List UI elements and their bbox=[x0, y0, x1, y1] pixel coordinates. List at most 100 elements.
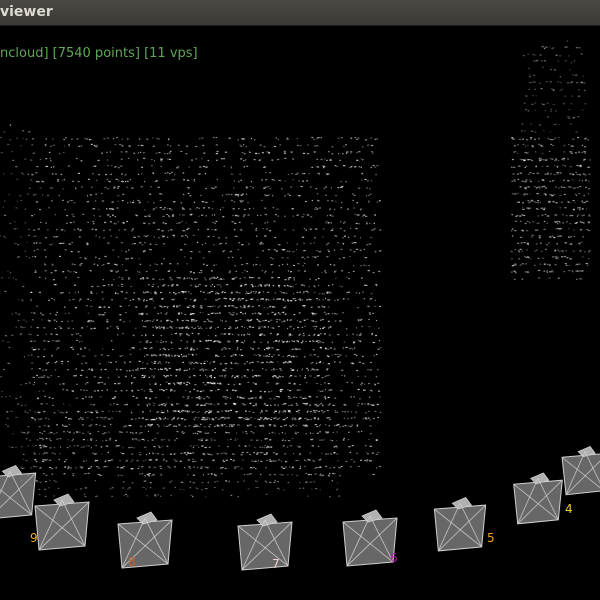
cloud-point bbox=[360, 459, 363, 461]
cloud-point bbox=[104, 461, 106, 463]
cloud-point bbox=[79, 335, 82, 337]
cloud-point bbox=[95, 256, 97, 258]
cloud-point bbox=[192, 432, 195, 435]
cloud-point bbox=[250, 424, 252, 426]
cloud-point bbox=[70, 251, 73, 253]
cloud-point bbox=[277, 487, 280, 489]
cloud-point bbox=[537, 202, 540, 204]
viewpoint-camera[interactable] bbox=[433, 497, 487, 552]
cloud-point bbox=[296, 214, 299, 216]
cloud-point bbox=[309, 354, 312, 356]
cloud-point bbox=[232, 354, 235, 356]
cloud-point bbox=[356, 424, 359, 426]
cloud-point bbox=[170, 321, 173, 323]
cloud-point bbox=[145, 215, 148, 217]
cloud-point bbox=[514, 230, 517, 232]
cloud-point bbox=[249, 453, 251, 456]
cloud-point bbox=[532, 81, 534, 83]
cloud-point bbox=[250, 416, 253, 419]
cloud-point bbox=[577, 95, 581, 97]
cloud-point bbox=[275, 340, 278, 342]
cloud-point bbox=[87, 411, 90, 413]
cloud-point bbox=[66, 447, 69, 449]
cloud-point bbox=[330, 453, 332, 455]
cloud-point bbox=[545, 81, 548, 83]
cloud-point bbox=[325, 297, 326, 299]
cloud-point bbox=[288, 250, 291, 252]
cloud-point bbox=[244, 208, 246, 211]
cloud-point bbox=[287, 355, 289, 357]
window-titlebar[interactable]: viewer bbox=[0, 0, 600, 26]
cloud-point bbox=[138, 138, 141, 140]
cloud-point bbox=[334, 313, 336, 315]
viewpoint-camera[interactable] bbox=[117, 511, 173, 569]
cloud-point bbox=[131, 187, 134, 189]
cloud-point bbox=[133, 377, 136, 379]
cloud-point bbox=[259, 354, 261, 357]
cloud-point bbox=[149, 397, 151, 399]
cloud-point bbox=[359, 209, 362, 211]
viewpoint-camera[interactable] bbox=[34, 493, 90, 551]
cloud-point bbox=[351, 411, 353, 413]
viewpoint-camera[interactable] bbox=[513, 472, 563, 525]
viewpoint-camera[interactable] bbox=[237, 513, 293, 571]
viewpoint-camera[interactable] bbox=[342, 509, 398, 567]
cloud-point bbox=[588, 193, 590, 195]
cloud-point bbox=[132, 432, 134, 434]
cloud-point bbox=[292, 229, 295, 231]
cloud-point bbox=[155, 270, 158, 272]
cloud-point bbox=[117, 474, 120, 476]
cloud-point bbox=[217, 293, 220, 295]
cloud-point bbox=[100, 446, 103, 448]
cloud-point bbox=[378, 390, 380, 392]
cloud-point bbox=[160, 306, 164, 308]
cloud-point bbox=[170, 382, 172, 384]
cloud-point bbox=[251, 397, 254, 399]
point-cloud-viewport[interactable]: 987654 ncloud] [7540 points] [11 vps] bbox=[0, 26, 600, 600]
cloud-point bbox=[68, 144, 71, 146]
viewpoint-camera[interactable] bbox=[0, 465, 37, 519]
cloud-point bbox=[92, 173, 94, 175]
cloud-point bbox=[271, 432, 273, 434]
cloud-point bbox=[327, 453, 329, 455]
cloud-point bbox=[107, 459, 109, 462]
cloud-point bbox=[166, 207, 169, 210]
cloud-point bbox=[262, 250, 264, 252]
cloud-point bbox=[201, 214, 204, 216]
cloud-point bbox=[289, 375, 293, 377]
cloud-point bbox=[239, 173, 241, 175]
cloud-point bbox=[10, 173, 13, 175]
cloud-point bbox=[192, 474, 195, 476]
cloud-point bbox=[61, 229, 64, 231]
cloud-point bbox=[109, 151, 111, 153]
cloud-point bbox=[144, 446, 147, 448]
cloud-point bbox=[233, 466, 236, 468]
cloud-point bbox=[138, 465, 141, 468]
cloud-point bbox=[238, 242, 241, 244]
cloud-point bbox=[305, 402, 308, 404]
cloud-point bbox=[273, 368, 275, 370]
cloud-point bbox=[44, 495, 47, 497]
cloud-point bbox=[76, 445, 79, 447]
cloud-point bbox=[247, 381, 249, 383]
cloud-point bbox=[211, 187, 213, 189]
cloud-point bbox=[77, 353, 79, 355]
viewpoint-camera[interactable] bbox=[561, 446, 600, 496]
cloud-point bbox=[105, 432, 107, 434]
cloud-point bbox=[535, 243, 538, 245]
cloud-point bbox=[312, 334, 315, 336]
cloud-point bbox=[136, 271, 139, 273]
cloud-point bbox=[278, 244, 281, 246]
cloud-point bbox=[59, 411, 63, 413]
cloud-point bbox=[150, 459, 153, 461]
cloud-point bbox=[343, 165, 346, 167]
cloud-point bbox=[93, 320, 95, 322]
cloud-point bbox=[116, 326, 119, 328]
cloud-point bbox=[211, 418, 213, 420]
cloud-point bbox=[544, 186, 546, 188]
cloud-point bbox=[372, 473, 375, 476]
cloud-point bbox=[168, 439, 170, 441]
point-cloud-canvas[interactable]: 98 7 654 bbox=[0, 26, 600, 600]
cloud-point bbox=[299, 384, 301, 386]
cloud-point bbox=[138, 202, 141, 204]
